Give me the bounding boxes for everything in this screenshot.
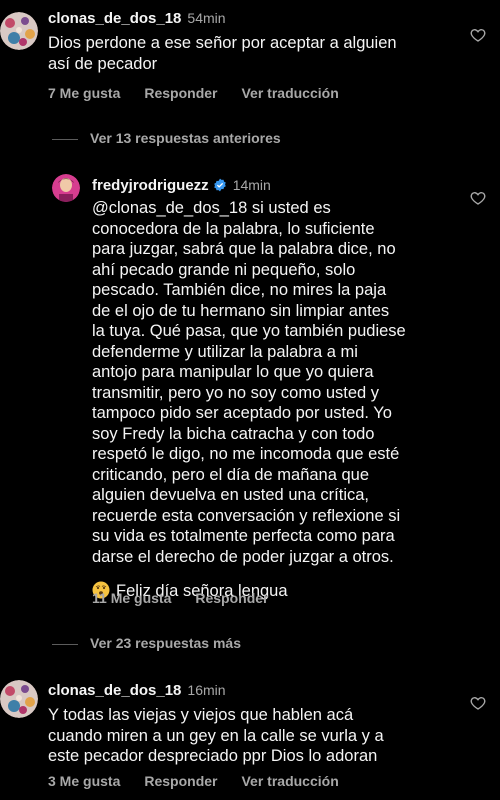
username[interactable]: clonas_de_dos_18 <box>48 10 181 27</box>
translate-button[interactable]: Ver traducción <box>241 773 338 789</box>
comment-time: 16min <box>187 682 226 698</box>
comment-time: 54min <box>187 10 226 26</box>
comment-text: Dios perdone a ese señor por aceptar a a… <box>48 34 397 73</box>
view-more-replies[interactable]: Ver 23 respuestas más <box>52 635 241 651</box>
comment-text: @clonas_de_dos_18 si usted es conocedora… <box>92 199 406 566</box>
likes-count[interactable]: 7 Me gusta <box>48 85 120 101</box>
reply-button[interactable]: Responder <box>144 773 217 789</box>
view-previous-label: Ver 13 respuestas anteriores <box>90 130 281 146</box>
heart-outline-icon[interactable] <box>470 190 486 211</box>
reply-button[interactable]: Responder <box>144 85 217 101</box>
avatar[interactable] <box>52 174 80 202</box>
username[interactable]: clonas_de_dos_18 <box>48 682 181 699</box>
divider-line <box>52 138 78 140</box>
reply-button[interactable]: Responder <box>195 590 268 606</box>
username[interactable]: fredyjrodriguezz <box>92 177 209 194</box>
avatar[interactable] <box>0 680 38 718</box>
view-more-label: Ver 23 respuestas más <box>90 635 241 651</box>
heart-outline-icon[interactable] <box>470 27 486 48</box>
comment-header: clonas_de_dos_18 54min <box>48 8 226 29</box>
divider-line <box>52 643 78 645</box>
likes-count[interactable]: 3 Me gusta <box>48 773 120 789</box>
avatar[interactable] <box>0 12 38 50</box>
verified-badge-icon <box>213 178 227 198</box>
comment-actions: 7 Me gusta Responder Ver traducción <box>48 85 363 101</box>
view-previous-replies[interactable]: Ver 13 respuestas anteriores <box>52 130 281 146</box>
comment-actions: 3 Me gusta Responder Ver traducción <box>48 773 363 789</box>
likes-count[interactable]: 11 Me gusta <box>92 590 171 606</box>
comment-header: clonas_de_dos_18 16min <box>48 680 226 701</box>
translate-button[interactable]: Ver traducción <box>241 85 338 101</box>
comment-actions: 11 Me gusta Responder <box>92 590 293 606</box>
heart-outline-icon[interactable] <box>470 695 486 716</box>
comment-header: fredyjrodriguezz 14min <box>92 175 271 198</box>
comment-time: 14min <box>232 177 271 193</box>
comment-text: Y todas las viejas y viejos que hablen a… <box>48 706 384 765</box>
